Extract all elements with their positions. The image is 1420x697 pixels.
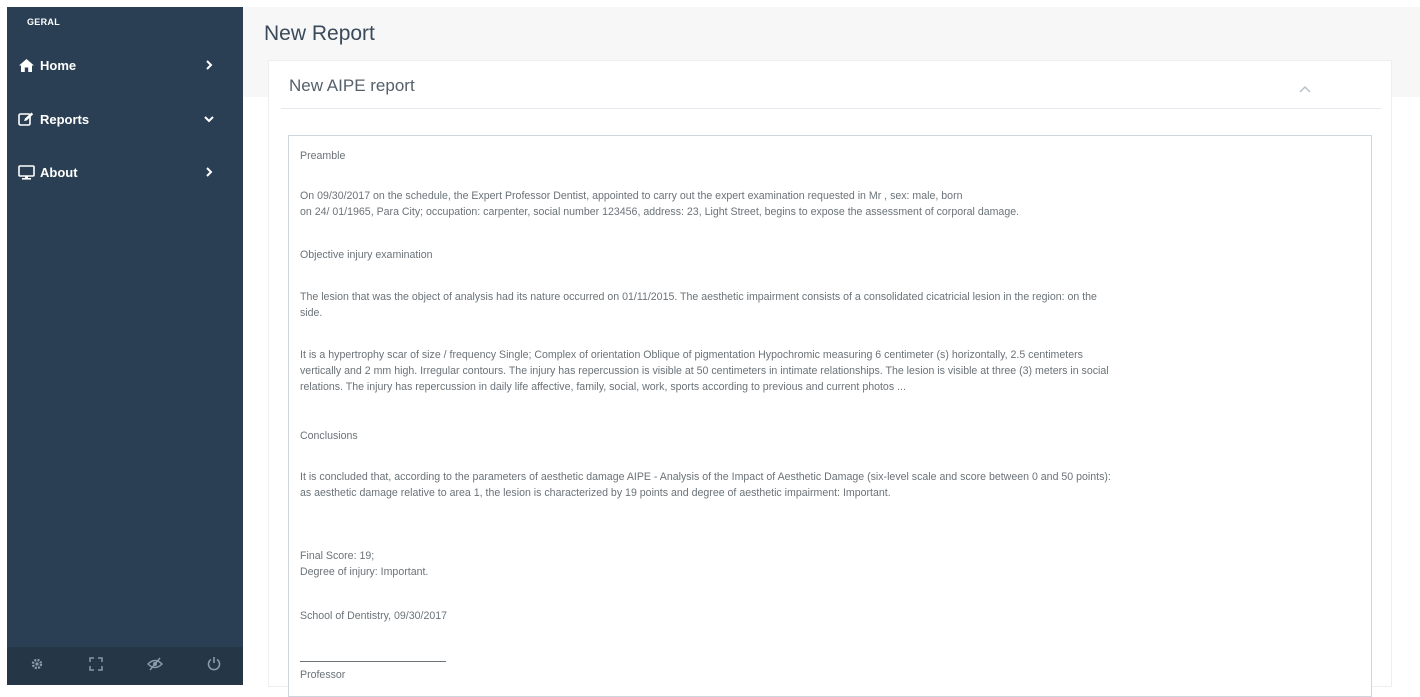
settings-button[interactable] <box>7 647 66 685</box>
conclusions-heading: Conclusions <box>300 430 358 442</box>
panel-divider <box>281 108 1381 109</box>
preamble-line: On 09/30/2017 on the schedule, the Exper… <box>300 190 963 202</box>
objective-heading: Objective injury examination <box>300 249 433 261</box>
panel-title: New AIPE report <box>289 76 415 95</box>
chevron-right-icon <box>203 166 215 178</box>
sidebar-item-home[interactable]: Home <box>7 48 243 82</box>
sidebar-section-title: GERAL <box>27 17 60 27</box>
scar-line: It is a hypertrophy scar of size / frequ… <box>300 349 1083 361</box>
edit-icon <box>17 111 35 127</box>
lesion-line: side. <box>300 307 323 319</box>
sidebar-item-label: Home <box>40 57 77 73</box>
preamble-line: on 24/ 01/1965, Para City; occupation: c… <box>300 206 1020 218</box>
conclusion-line: It is concluded that, according to the p… <box>300 471 1111 483</box>
preamble-heading: Preamble <box>300 150 346 162</box>
fullscreen-button[interactable] <box>66 647 125 685</box>
sidebar: GERAL Home Reports About <box>7 7 243 685</box>
report-text-area[interactable]: Preamble On 09/30/2017 on the schedule, … <box>288 135 1372 697</box>
page-title: New Report <box>264 22 375 45</box>
home-icon <box>17 57 35 73</box>
eye-slash-icon <box>146 657 163 676</box>
sidebar-item-label: Reports <box>40 111 90 127</box>
place-date: School of Dentistry, 09/30/2017 <box>300 610 448 622</box>
scar-line: relations. The injury has repercussion i… <box>300 381 906 393</box>
final-score: Final Score: 19; <box>300 550 375 562</box>
sidebar-footer <box>7 647 243 685</box>
degree-of-injury: Degree of injury: Important. <box>300 566 429 578</box>
hide-button[interactable] <box>125 647 184 685</box>
collapse-button[interactable] <box>1295 81 1315 97</box>
conclusion-line: as aesthetic damage relative to area 1, … <box>300 487 891 499</box>
logout-button[interactable] <box>184 647 243 685</box>
sidebar-item-label: About <box>40 164 78 180</box>
power-icon <box>207 656 221 676</box>
lesion-line: The lesion that was the object of analys… <box>300 291 1097 303</box>
sidebar-item-about[interactable]: About <box>7 155 243 189</box>
monitor-icon <box>17 164 35 180</box>
chevron-right-icon <box>203 59 215 71</box>
scar-line: vertically and 2 mm high. Irregular cont… <box>300 365 1109 377</box>
fullscreen-icon <box>88 656 103 676</box>
chevron-down-icon <box>203 113 215 125</box>
signature-name: Professor <box>300 669 346 681</box>
sidebar-item-reports[interactable]: Reports <box>7 102 243 136</box>
signature-line <box>300 661 446 662</box>
settings-icon <box>30 657 44 676</box>
chevron-up-icon <box>1299 80 1311 98</box>
